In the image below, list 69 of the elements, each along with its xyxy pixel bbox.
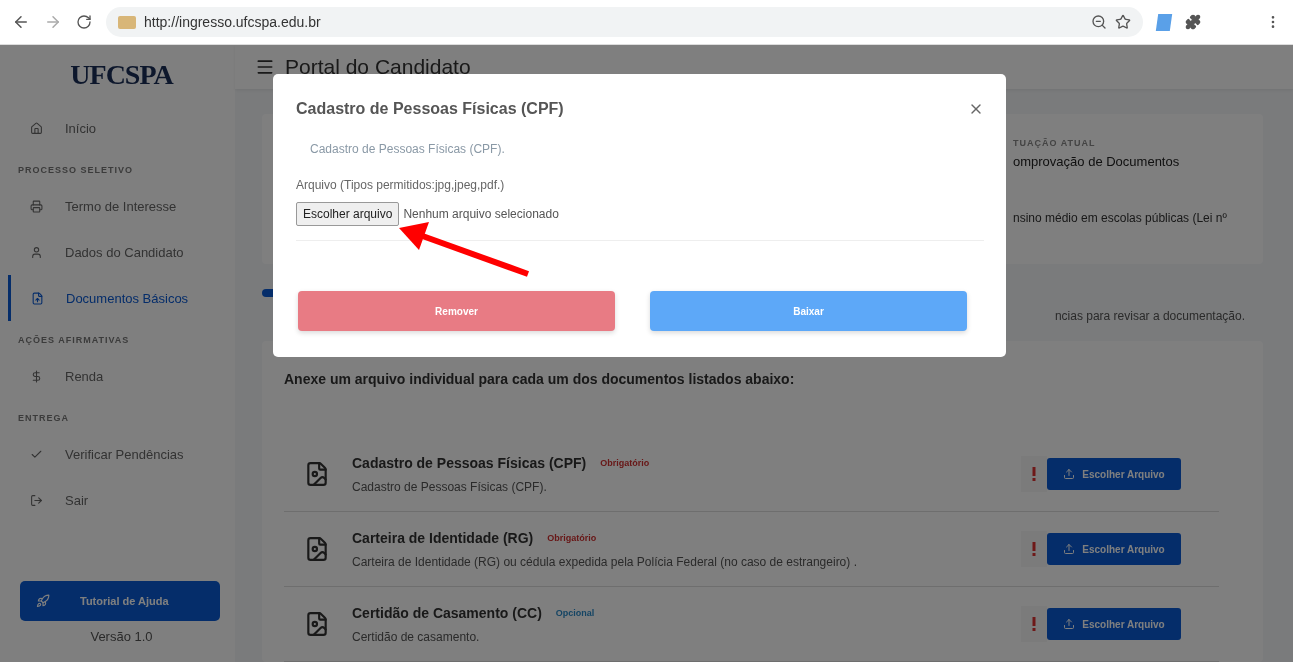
warning-icon xyxy=(1021,606,1047,642)
upload-icon xyxy=(1063,543,1076,555)
section-heading: PROCESSO SELETIVO xyxy=(17,164,135,177)
document-title: Cadastro de Pessoas Físicas (CPF) xyxy=(352,454,587,471)
document-title: Certidão de Casamento (CC) xyxy=(352,604,542,621)
document-title: Carteira de Identidade (RG) xyxy=(352,529,534,546)
rocket-icon xyxy=(36,594,50,608)
status-value: omprovação de Documentos xyxy=(1013,154,1181,170)
requirement-tag: Obrigatório xyxy=(600,457,650,468)
star-icon[interactable] xyxy=(1115,14,1131,30)
sidebar-item-label: Verificar Pendências xyxy=(65,446,184,462)
home-icon xyxy=(30,121,43,135)
sidebar-item[interactable]: Renda xyxy=(8,353,235,399)
reload-icon[interactable] xyxy=(76,14,92,30)
progress-hint: ncias para revisar a documentação. xyxy=(1054,309,1245,323)
document-description: Cadastro de Pessoas Físicas (CPF). xyxy=(352,479,548,494)
sidebar-item-label: Início xyxy=(65,120,97,136)
user-icon xyxy=(30,245,43,259)
status-note: nsino médio em escolas públicas (Lei nº xyxy=(1013,211,1228,226)
document-description: Certidão de casamento. xyxy=(352,629,481,644)
zoom-out-icon[interactable] xyxy=(1091,14,1107,30)
status-label: TUAÇÃO ATUAL xyxy=(1013,138,1097,149)
sidebar-item-label: Dados do Candidato xyxy=(65,244,184,260)
choose-file-button[interactable]: Escolher arquivo xyxy=(296,202,400,226)
section-heading: ENTREGA xyxy=(17,412,70,425)
document-description: Carteira de Identidade (RG) ou cédula expedida pela Polícia Federal (no caso de estrangeiro) . xyxy=(352,554,858,569)
url-text: http://ingresso.ufcspa.edu.br xyxy=(144,14,322,30)
download-button[interactable]: Baixar xyxy=(650,291,967,331)
warning-icon xyxy=(1021,456,1047,492)
help-button[interactable]: Tutorial de Ajuda xyxy=(20,581,220,621)
upload-icon xyxy=(1063,618,1076,630)
upload-icon xyxy=(1063,468,1076,480)
file-image-icon xyxy=(304,461,330,487)
page-title: Portal do Candidato xyxy=(285,55,471,80)
sidebar-item[interactable]: Verificar Pendências xyxy=(8,431,235,477)
sidebar-item[interactable]: Termo de Interesse xyxy=(8,183,235,229)
sidebar-item[interactable]: Dados do Candidato xyxy=(8,229,235,275)
puzzle-icon[interactable] xyxy=(1185,14,1201,30)
upload-button[interactable]: Escolher Arquivo xyxy=(1047,533,1181,565)
warning-icon xyxy=(1021,531,1047,567)
section-heading: AÇÕES AFIRMATIVAS xyxy=(17,334,131,347)
file-label: Arquivo (Tipos permitidos:jpg,jpeg,pdf.) xyxy=(296,178,506,192)
site-favicon-icon xyxy=(118,15,136,29)
dollar-icon xyxy=(30,369,43,383)
sidebar-item-label: Sair xyxy=(65,492,89,508)
requirement-tag: Obrigatório xyxy=(547,532,597,543)
file-image-icon xyxy=(304,611,330,637)
logout-icon xyxy=(30,493,43,507)
extension-icon[interactable] xyxy=(1155,13,1173,31)
requirement-tag: Opcional xyxy=(555,607,595,618)
file-image-icon xyxy=(304,536,330,562)
file-status: Nenhum arquivo selecionado xyxy=(403,207,559,221)
file-icon xyxy=(31,291,44,305)
upload-button[interactable]: Escolher Arquivo xyxy=(1047,458,1181,490)
sidebar-item[interactable]: Início xyxy=(8,105,235,151)
version-text: Versão 1.0 xyxy=(89,628,154,646)
modal-description: Cadastro de Pessoas Físicas (CPF). xyxy=(310,142,506,156)
upload-button[interactable]: Escolher Arquivo xyxy=(1047,608,1181,640)
sidebar-item[interactable]: Sair xyxy=(8,477,235,523)
printer-icon xyxy=(30,199,43,213)
logo: UFCSPA xyxy=(69,58,175,92)
address-bar[interactable]: http://ingresso.ufcspa.edu.br xyxy=(106,7,1143,37)
sidebar-item-label: Documentos Básicos xyxy=(66,290,189,306)
documents-heading: Anexe um arquivo individual para cada um dos documentos listados abaixo: xyxy=(284,371,796,387)
remove-button[interactable]: Remover xyxy=(298,291,615,331)
sidebar-item-label: Renda xyxy=(65,368,104,384)
sidebar-item-label: Termo de Interesse xyxy=(65,198,177,214)
back-icon[interactable] xyxy=(12,13,30,31)
modal-title: Cadastro de Pessoas Físicas (CPF) xyxy=(296,100,564,118)
